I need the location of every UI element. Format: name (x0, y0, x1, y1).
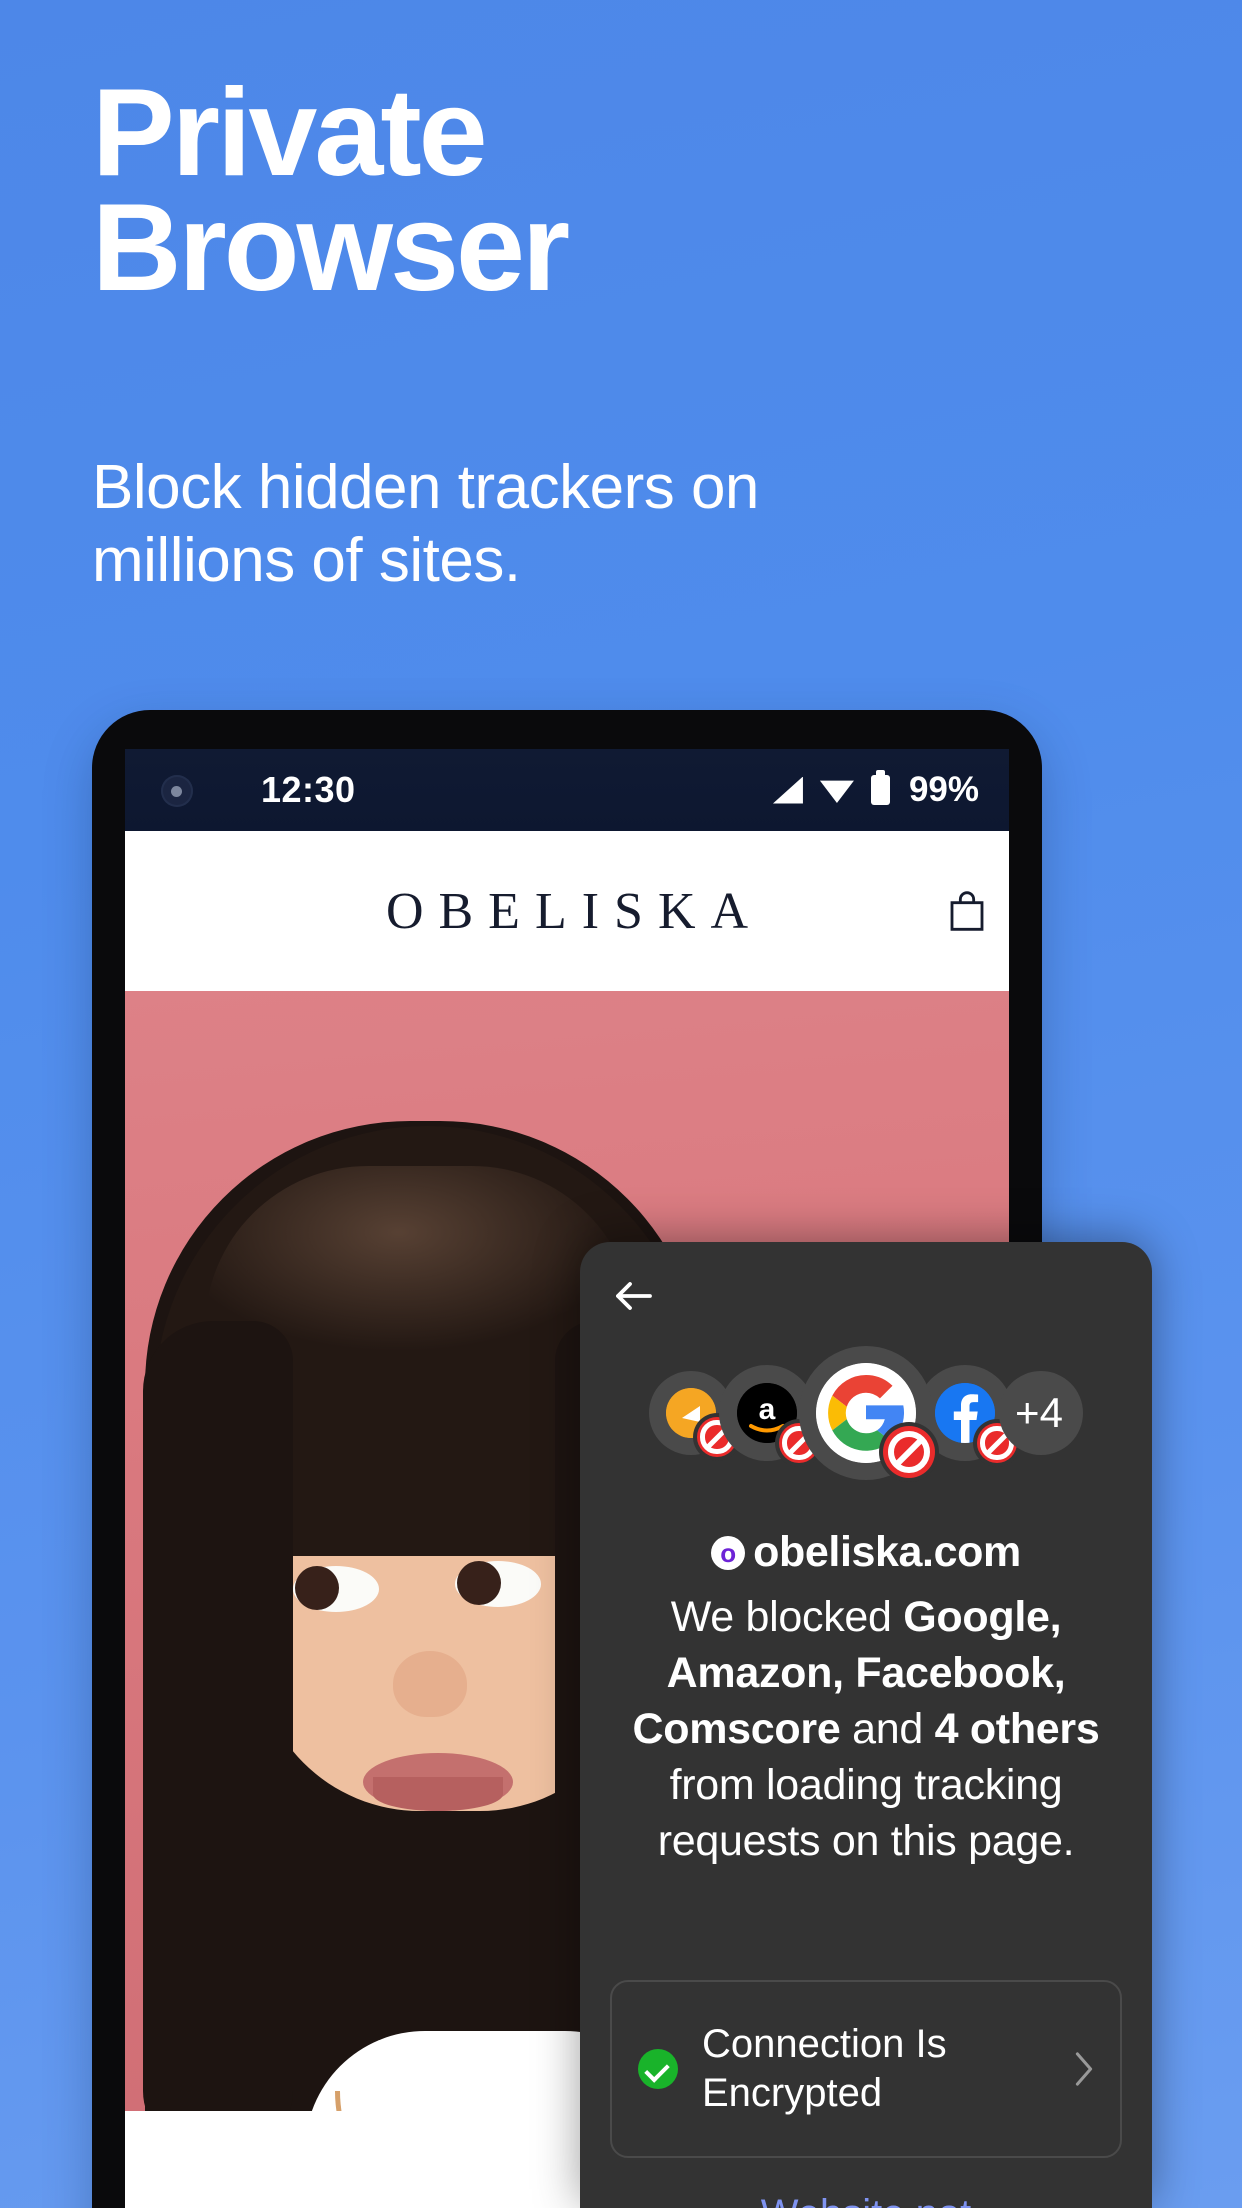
status-icons: 99% (772, 770, 979, 810)
svg-text:a: a (759, 1393, 776, 1426)
tracker-avatar-google[interactable] (799, 1346, 935, 1480)
portrait-hair-left (143, 1321, 293, 2151)
page-subtitle: Block hidden trackers on millions of sit… (92, 452, 1012, 597)
tracker-panel: a +4 o obeliska.com We blocked Google, A… (580, 1242, 1152, 2208)
blurb-conjunction: and (840, 1704, 935, 1753)
blocked-badge-icon (883, 1426, 935, 1478)
website-not-link[interactable]: Website not (580, 2192, 1152, 2208)
site-domain-row: o obeliska.com (580, 1528, 1152, 1577)
site-domain-label: obeliska.com (753, 1528, 1021, 1576)
connection-status-label: Connection Is Encrypted (702, 2022, 947, 2115)
site-favicon-icon: o (711, 1535, 746, 1570)
battery-icon (870, 770, 890, 805)
page-title: Private Browser (92, 64, 992, 318)
shopping-bag-icon[interactable] (947, 889, 987, 933)
subhead-line-1: Block hidden trackers on (92, 453, 759, 522)
blurb-prefix: We blocked (670, 1593, 904, 1641)
signal-icon (772, 776, 803, 804)
front-camera-icon (161, 775, 193, 807)
blurb-others-count: 4 others (934, 1704, 1100, 1753)
blocked-tracker-icons: a +4 (580, 1346, 1152, 1480)
promo-screenshot: Private Browser Block hidden trackers on… (0, 0, 1242, 2208)
back-arrow-icon[interactable] (610, 1272, 658, 1320)
battery-percent-label: 99% (908, 770, 979, 809)
wifi-icon (819, 780, 854, 803)
website-brand-logo: OBELISKA (385, 882, 764, 940)
blocked-summary-text: We blocked Google, Amazon, Facebook, Com… (616, 1590, 1116, 1869)
blurb-suffix: from loading tracking requests on this p… (657, 1760, 1075, 1865)
status-bar: 12:30 99% (125, 749, 1009, 831)
portrait-iris-left (295, 1566, 339, 1610)
headline-line-1: Private (92, 64, 488, 202)
chevron-right-icon (1075, 2052, 1093, 2086)
tracker-avatar-more[interactable]: +4 (999, 1371, 1083, 1455)
portrait-iris-right (457, 1561, 501, 1605)
subhead-line-2: millions of sites. (92, 525, 521, 595)
more-trackers-label: +4 (1015, 1389, 1063, 1436)
website-header: OBELISKA (125, 831, 1009, 991)
status-clock: 12:30 (261, 769, 356, 810)
portrait-lower-lip (373, 1777, 503, 1811)
connection-status-card[interactable]: Connection Is Encrypted (610, 1980, 1122, 2158)
headline-line-2: Browser (92, 179, 570, 318)
portrait-nose (393, 1651, 467, 1717)
check-circle-icon (638, 2049, 678, 2089)
